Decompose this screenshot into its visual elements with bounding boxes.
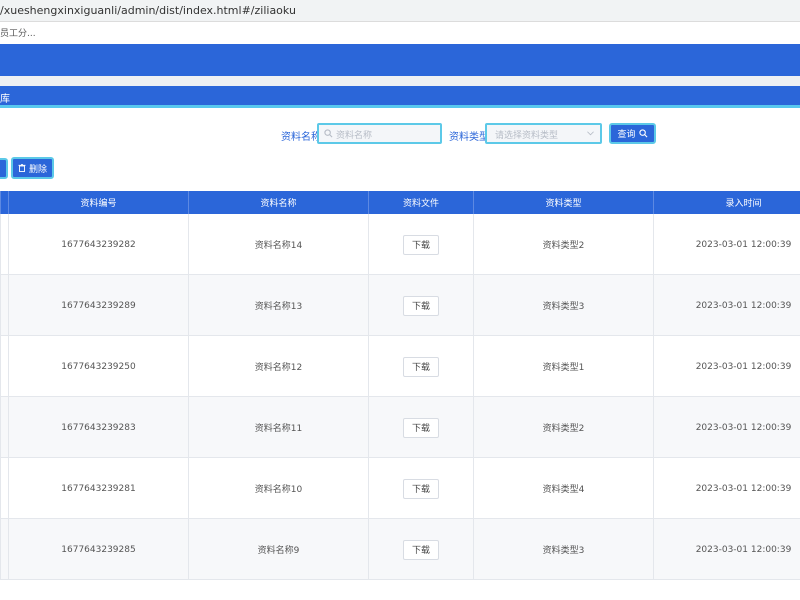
column-header-time: 录入时间 [653,191,800,214]
cell-file: 下载 [368,397,473,458]
cell-type: 资料类型1 [473,336,653,397]
search-icon [638,129,647,138]
cell-code: 1677643239250 [8,336,188,397]
cell-time: 2023-03-01 12:00:39 [653,214,800,275]
column-header-type: 资料类型 [473,191,653,214]
download-button[interactable]: 下载 [403,417,439,438]
cell-file: 下载 [368,336,473,397]
cell-file: 下载 [368,214,473,275]
select-column-header [0,191,8,214]
cell-name: 资料名称9 [188,519,368,580]
cell-name: 资料名称12 [188,336,368,397]
search-icon [324,129,333,138]
table-header: 资料编号 资料名称 资料文件 资料类型 录入时间 [0,191,800,214]
table-row[interactable]: 1677643239289 资料名称13 下载 资料类型3 2023-03-01 12:… [0,275,800,336]
cell-time: 2023-03-01 12:00:39 [653,275,800,336]
download-button[interactable]: 下载 [403,295,439,316]
type-select-label: 资料类型 [449,132,489,143]
cell-type: 资料类型2 [473,397,653,458]
table-row[interactable]: 1677643239281 资料名称10 下载 资料类型4 2023-03-01 12:… [0,458,800,519]
row-select-cell[interactable] [0,519,8,580]
bookmark-item[interactable]: 员工分... [0,26,36,39]
row-select-cell[interactable] [0,458,8,519]
cell-code: 1677643239282 [8,214,188,275]
app-header [0,44,800,76]
download-button[interactable]: 下载 [403,539,439,560]
cell-type: 资料类型3 [473,275,653,336]
add-button[interactable] [0,158,8,179]
browser-address-bar[interactable]: /xueshengxinxiguanli/admin/dist/index.ht… [0,0,800,22]
bookmarks-bar: 员工分... [0,22,800,42]
type-select[interactable]: 请选择资料类型 [485,123,602,144]
trash-icon [18,164,26,172]
delete-button[interactable]: 删除 [11,157,54,179]
download-button[interactable]: 下载 [403,234,439,255]
row-select-cell[interactable] [0,397,8,458]
row-select-cell[interactable] [0,336,8,397]
cell-file: 下载 [368,275,473,336]
download-button[interactable]: 下载 [403,356,439,377]
column-header-name: 资料名称 [188,191,368,214]
cell-code: 1677643239281 [8,458,188,519]
chevron-down-icon [587,131,594,136]
cell-file: 下载 [368,458,473,519]
type-select-placeholder: 请选择资料类型 [495,131,559,141]
cell-name: 资料名称13 [188,275,368,336]
query-button[interactable]: 查询 [609,123,656,144]
column-header-code: 资料编号 [8,191,188,214]
cell-code: 1677643239285 [8,519,188,580]
column-header-file: 资料文件 [368,191,473,214]
cell-type: 资料类型3 [473,519,653,580]
breadcrumb: 库 [0,94,10,105]
download-button[interactable]: 下载 [403,478,439,499]
row-select-cell[interactable] [0,275,8,336]
table-row[interactable]: 1677643239250 资料名称12 下载 资料类型1 2023-03-01 12:… [0,336,800,397]
cell-name: 资料名称14 [188,214,368,275]
cell-time: 2023-03-01 12:00:39 [653,519,800,580]
cell-name: 资料名称11 [188,397,368,458]
cell-name: 资料名称10 [188,458,368,519]
name-search-input[interactable]: 资料名称 [317,123,442,144]
cell-time: 2023-03-01 12:00:39 [653,397,800,458]
cell-code: 1677643239289 [8,275,188,336]
query-button-label: 查询 [617,130,636,140]
cell-time: 2023-03-01 12:00:39 [653,336,800,397]
cell-type: 资料类型4 [473,458,653,519]
name-search-label: 资料名称 [281,132,321,143]
url-text[interactable]: /xueshengxinxiguanli/admin/dist/index.ht… [0,4,296,17]
table-row[interactable]: 1677643239283 资料名称11 下载 资料类型2 2023-03-01 12:… [0,397,800,458]
table-row[interactable]: 1677643239285 资料名称9 下载 资料类型3 2023-03-01 12:0… [0,519,800,580]
cell-file: 下载 [368,519,473,580]
delete-button-label: 删除 [28,164,47,175]
cell-code: 1677643239283 [8,397,188,458]
cell-type: 资料类型2 [473,214,653,275]
name-search-placeholder: 资料名称 [336,131,373,141]
table-row[interactable]: 1677643239282 资料名称14 下载 资料类型2 2023-03-01 12:… [0,214,800,275]
row-select-cell[interactable] [0,214,8,275]
breadcrumb-bar: 库 [0,86,800,108]
table-body: 1677643239282 资料名称14 下载 资料类型2 2023-03-01 12:… [0,214,800,580]
header-gap [0,76,800,86]
cell-time: 2023-03-01 12:00:39 [653,458,800,519]
